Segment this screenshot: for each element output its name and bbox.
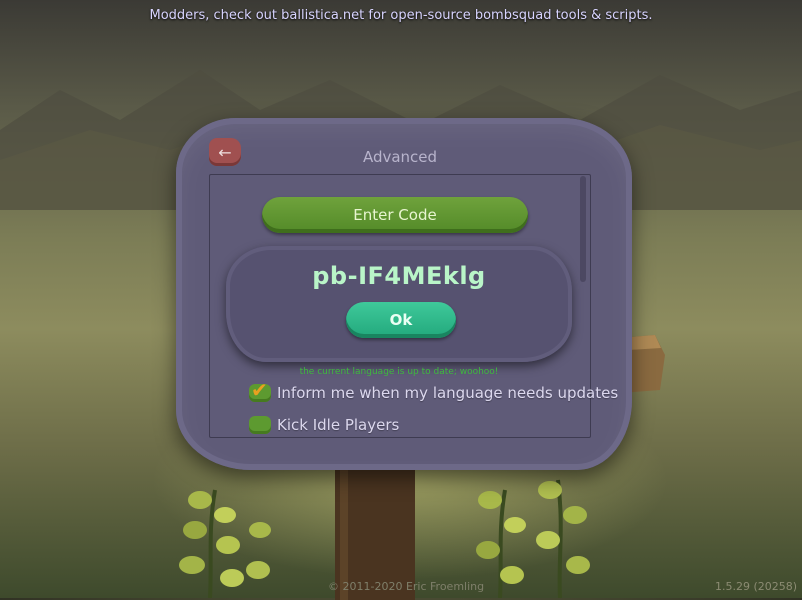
scrollbar[interactable]	[580, 176, 586, 282]
enter-code-button[interactable]: Enter Code	[262, 197, 528, 233]
left-arrow-icon: ←	[218, 142, 232, 162]
ok-button[interactable]: Ok	[346, 302, 456, 338]
back-button[interactable]: ←	[209, 138, 241, 166]
checkmark-icon: ✔	[251, 378, 268, 402]
kick-idle-players-checkbox[interactable]	[249, 416, 271, 434]
version-text: 1.5.29 (20258)	[715, 580, 798, 593]
plant-left	[179, 489, 271, 598]
code-value: pb-IF4MEklg	[312, 262, 486, 290]
plant-right	[476, 479, 590, 598]
kick-idle-players-checkbox-row[interactable]: Kick Idle Players	[249, 416, 399, 434]
language-status-text: the current language is up to date; wooh…	[299, 367, 499, 377]
checkbox-label: Kick Idle Players	[277, 416, 400, 434]
inform-language-updates-checkbox[interactable]: ✔	[249, 378, 271, 402]
copyright-text: © 2011-2020 Eric Froemling	[328, 580, 485, 593]
panel-title: Advanced	[362, 148, 438, 166]
top-tip-text: Modders, check out ballistica.net for op…	[149, 8, 653, 23]
checkbox-label: Inform me when my language needs updates	[277, 384, 619, 402]
inform-language-updates-checkbox-row[interactable]: ✔ Inform me when my language needs updat…	[249, 378, 619, 402]
